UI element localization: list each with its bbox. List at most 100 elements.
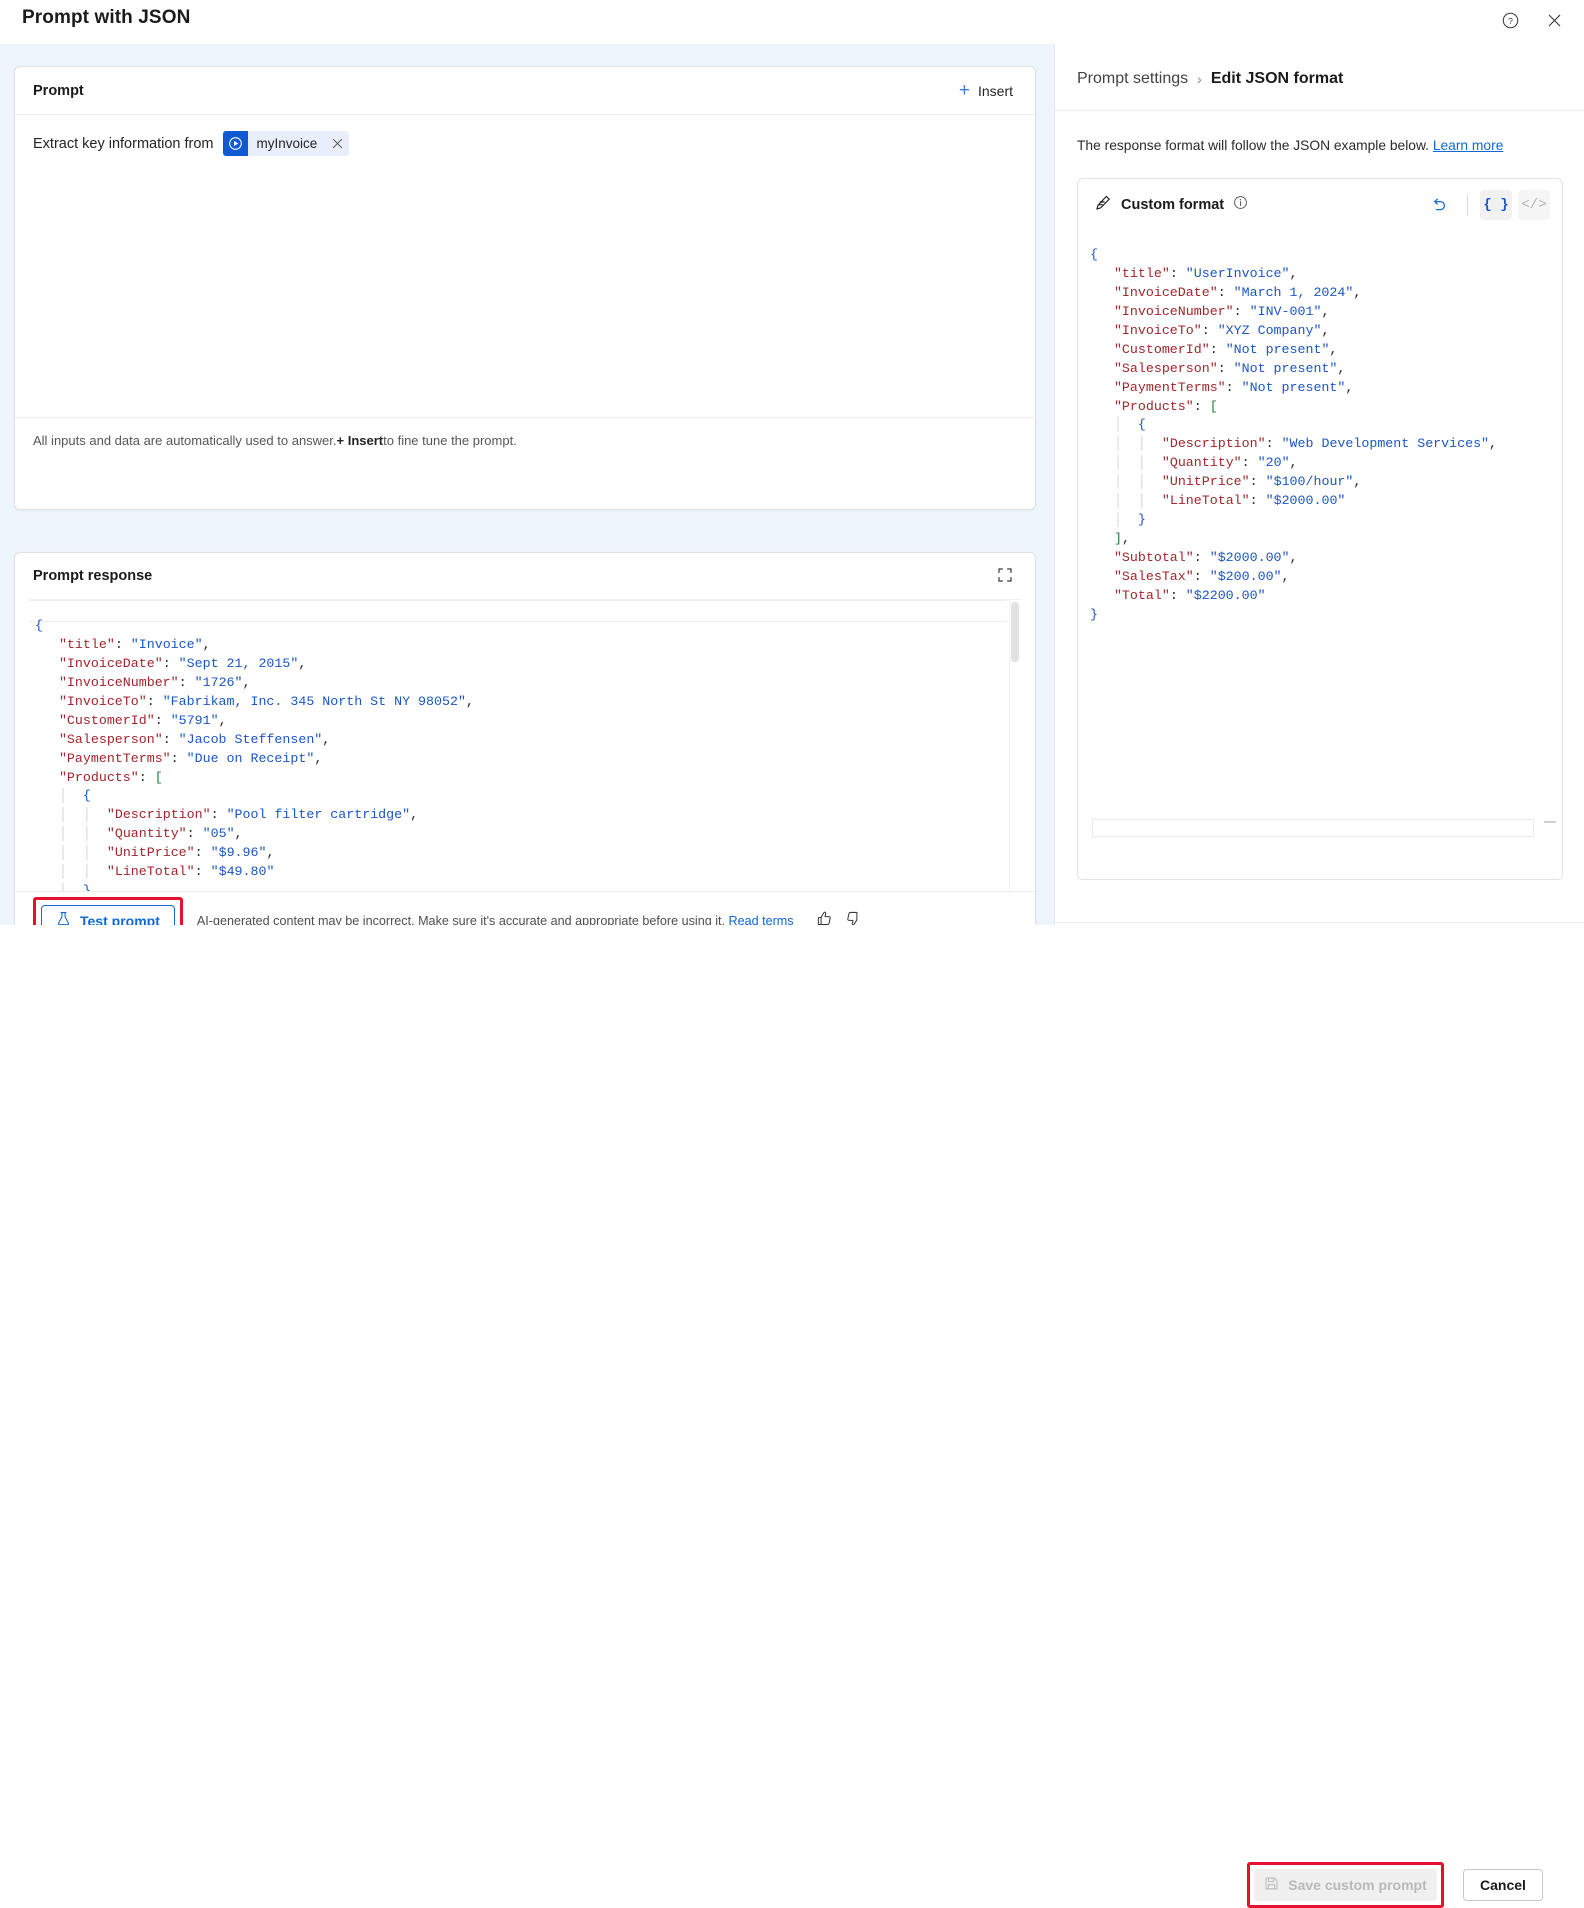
code-token: "Total"	[1113, 587, 1170, 603]
code-line: "CustomerId": "Not present",	[1090, 341, 1497, 360]
dialog-footer: Save custom prompt Cancel	[0, 925, 1584, 1908]
indent-guide: │	[1137, 436, 1162, 452]
dialog-cancel-button[interactable]: Cancel	[1463, 1869, 1543, 1901]
code-token: "Web Development Services"	[1281, 436, 1490, 452]
prompt-input-chip[interactable]: myInvoice	[222, 131, 350, 156]
code-line: │ {	[35, 787, 1005, 806]
code-token: :	[1225, 379, 1242, 395]
code-token: :	[114, 637, 131, 653]
code-line: │ {	[1090, 416, 1497, 435]
code-token: {	[35, 618, 43, 634]
custom-format-editor[interactable]: { "title": "UserInvoice", "InvoiceDate":…	[1084, 231, 1556, 851]
code-token: ,	[410, 807, 419, 823]
custom-format-hscrollbar[interactable]	[1092, 819, 1534, 837]
code-token: ,	[1289, 266, 1298, 282]
breadcrumb-prompt-settings[interactable]: Prompt settings	[1077, 70, 1188, 88]
code-token: "$2000.00"	[1209, 549, 1290, 565]
indent-guide	[1090, 569, 1114, 584]
indent-guide	[1090, 436, 1114, 451]
indent-guide	[1090, 550, 1114, 565]
code-token: "Description"	[1161, 436, 1266, 452]
code-line: │ │ "Description": "Web Development Serv…	[1090, 435, 1497, 454]
code-line: │ │ "Description": "Pool filter cartridg…	[35, 806, 1005, 825]
code-token: "title"	[58, 637, 115, 653]
code-token: }	[1137, 511, 1146, 527]
code-token: "InvoiceNumber"	[58, 675, 179, 691]
code-token: "$9.96"	[210, 845, 267, 861]
code-token: ,	[1353, 474, 1362, 490]
code-view-button[interactable]: </>	[1518, 190, 1550, 220]
code-token: "05"	[202, 826, 235, 842]
code-token: :	[194, 864, 211, 880]
save-icon	[1264, 1876, 1279, 1894]
indent-guide	[35, 788, 59, 803]
indent-guide	[35, 751, 59, 766]
code-line: │ │ "Quantity": "05",	[35, 825, 1005, 844]
code-token: :	[146, 693, 163, 709]
dialog-root: Prompt with JSON ? Prompt + Insert Extra…	[0, 0, 1584, 1908]
code-token: ,	[1121, 530, 1130, 546]
code-token: "Subtotal"	[1113, 549, 1194, 565]
indent-guide	[35, 732, 59, 747]
chip-remove-button[interactable]	[325, 131, 349, 156]
code-token: "5791"	[170, 712, 219, 728]
code-token: :	[1193, 549, 1210, 565]
response-scrollbar[interactable]	[1009, 600, 1021, 891]
code-line: "CustomerId": "5791",	[35, 712, 1005, 731]
code-line: "Salesperson": "Jacob Steffensen",	[35, 731, 1005, 750]
info-circle-icon[interactable]	[1233, 195, 1248, 215]
chip-label: myInvoice	[256, 136, 318, 151]
code-token: ,	[1489, 436, 1498, 452]
svg-text:?: ?	[1508, 16, 1513, 26]
prompt-response-title: Prompt response	[33, 568, 153, 584]
code-token: :	[1249, 493, 1266, 509]
prompt-editor[interactable]: Extract key information from myInvoice A…	[15, 115, 1035, 463]
code-token: "Description"	[106, 807, 211, 823]
insert-button[interactable]: + Insert	[951, 78, 1021, 104]
code-line: "PaymentTerms": "Due on Receipt",	[35, 750, 1005, 769]
code-token: "Sept 21, 2015"	[178, 656, 299, 672]
settings-footer-divider	[1055, 922, 1584, 923]
prompt-response-body[interactable]: { "title": "Invoice", "InvoiceDate": "Se…	[29, 599, 1021, 891]
indent-guide: │	[1113, 493, 1138, 509]
code-token: "Not present"	[1241, 379, 1346, 395]
save-button-highlight: Save custom prompt	[1247, 1862, 1444, 1908]
response-scrollbar-thumb[interactable]	[1011, 602, 1019, 662]
response-json-code: { "title": "Invoice", "InvoiceDate": "Se…	[35, 617, 1005, 891]
code-token: :	[1233, 304, 1250, 320]
code-line: "Total": "$2200.00"	[1090, 587, 1497, 606]
indent-guide	[1090, 531, 1114, 546]
code-token: ]	[1113, 530, 1122, 546]
code-token: }	[82, 882, 91, 891]
indent-guide: │	[58, 864, 83, 880]
indent-guide: │	[82, 864, 107, 880]
code-token: "LineTotal"	[106, 864, 195, 880]
indent-guide	[35, 807, 59, 822]
close-button[interactable]	[1538, 6, 1570, 38]
code-token: "LineTotal"	[1161, 493, 1250, 509]
json-view-button[interactable]: { }	[1480, 190, 1512, 220]
indent-guide	[35, 826, 59, 841]
undo-icon[interactable]	[1423, 189, 1455, 221]
expand-response-button[interactable]	[989, 560, 1021, 592]
save-custom-prompt-button[interactable]: Save custom prompt	[1254, 1869, 1437, 1901]
code-token: [	[154, 769, 163, 785]
titlebar-actions: ?	[1494, 6, 1570, 38]
indent-guide: │	[1137, 493, 1162, 509]
prompt-text-line: Extract key information from myInvoice	[33, 131, 1017, 156]
code-token: "Jacob Steffensen"	[178, 731, 323, 747]
indent-guide: │	[82, 845, 107, 861]
custom-format-scroll-tick	[1544, 821, 1556, 823]
code-token: "Invoice"	[130, 637, 203, 653]
indent-guide	[1090, 512, 1114, 527]
code-token: :	[1201, 322, 1218, 338]
indent-guide	[1090, 417, 1114, 432]
code-line: "title": "UserInvoice",	[1090, 265, 1497, 284]
code-token: ,	[90, 882, 99, 891]
indent-guide	[1090, 588, 1114, 603]
help-button[interactable]: ?	[1494, 6, 1526, 38]
code-token: "Due on Receipt"	[186, 750, 315, 766]
learn-more-link[interactable]: Learn more	[1433, 138, 1504, 153]
indent-guide	[1090, 342, 1114, 357]
insert-button-label: Insert	[977, 82, 1013, 99]
